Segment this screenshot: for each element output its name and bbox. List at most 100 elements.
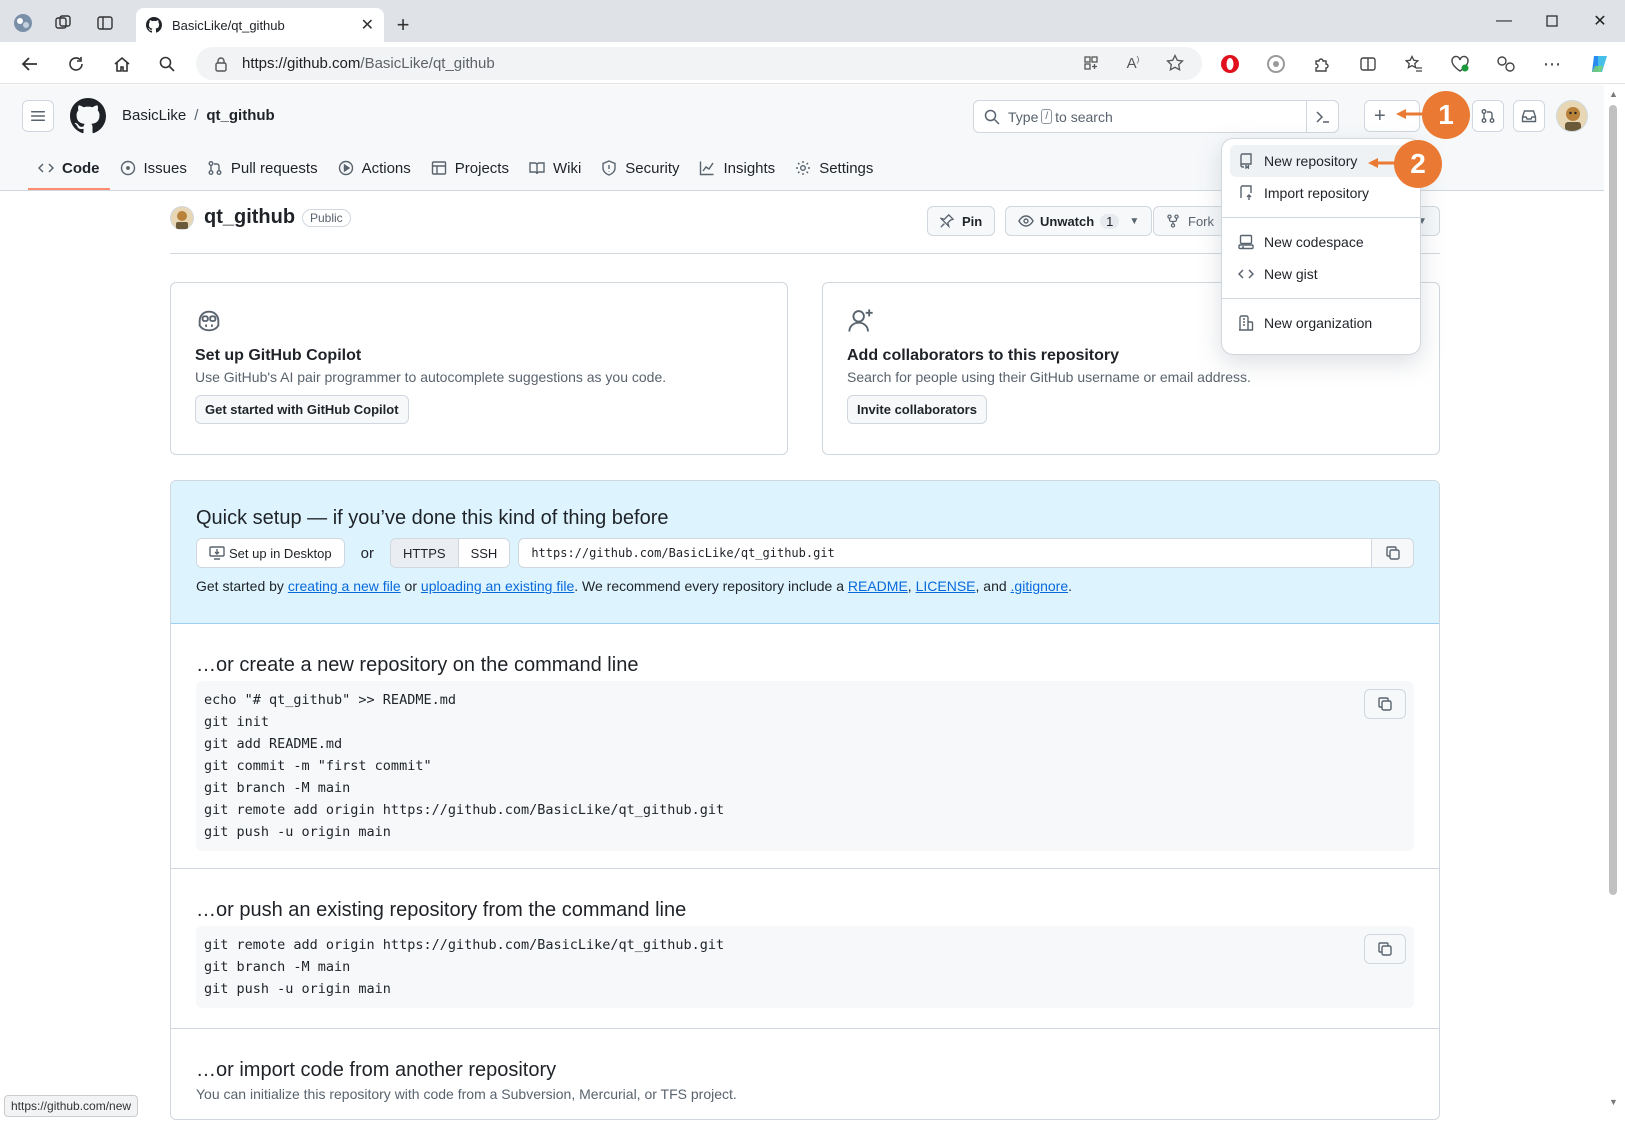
- import-repository-item[interactable]: Import repository: [1230, 177, 1412, 209]
- avatar[interactable]: [1556, 100, 1588, 132]
- copy-code-button[interactable]: [1364, 934, 1406, 964]
- new-organization-item[interactable]: New organization: [1230, 307, 1412, 339]
- copy-icon: [1385, 546, 1400, 560]
- text-segment: , and: [975, 578, 1011, 594]
- import-repo-section: …or import code from another repository …: [171, 1029, 1439, 1119]
- section-title: …or push an existing repository from the…: [196, 899, 687, 921]
- home-icon[interactable]: [108, 50, 136, 78]
- breadcrumb-owner[interactable]: BasicLike: [122, 107, 186, 124]
- search-icon[interactable]: [153, 50, 181, 78]
- tab-code[interactable]: Code: [28, 151, 110, 190]
- more-menu-icon[interactable]: ⋯: [1538, 50, 1566, 78]
- visibility-badge: Public: [302, 209, 351, 227]
- browser-essentials-icon[interactable]: [1446, 50, 1474, 78]
- copilot-get-started-button[interactable]: Get started with GitHub Copilot: [195, 395, 409, 424]
- breadcrumb-repo[interactable]: qt_github: [206, 107, 274, 124]
- scroll-down-icon[interactable]: ▼: [1609, 1097, 1618, 1107]
- search-input[interactable]: Type / to search: [973, 100, 1339, 133]
- or-label: or: [360, 544, 374, 562]
- back-icon[interactable]: [16, 50, 44, 78]
- scroll-up-icon[interactable]: ▲: [1609, 89, 1618, 99]
- gitignore-link[interactable]: .gitignore: [1011, 578, 1069, 594]
- tab-wiki[interactable]: Wiki: [519, 151, 591, 185]
- tab-actions[interactable]: Actions: [328, 151, 421, 185]
- eye-icon: [1018, 215, 1034, 227]
- sidebar-apps-icon[interactable]: [1492, 50, 1520, 78]
- copy-code-button[interactable]: [1364, 689, 1406, 719]
- tab-security[interactable]: Security: [591, 151, 689, 185]
- desktop-button-label: Set up in Desktop: [229, 545, 332, 561]
- watch-button[interactable]: Unwatch 1 ▼: [1005, 206, 1153, 236]
- link-status-bar: https://github.com/new: [4, 1095, 139, 1117]
- tab-pull-requests[interactable]: Pull requests: [197, 151, 328, 185]
- copy-icon: [1378, 697, 1392, 711]
- extension-grey-icon[interactable]: [1262, 50, 1290, 78]
- opera-extension-icon[interactable]: [1216, 50, 1244, 78]
- fork-label: Fork: [1188, 213, 1214, 229]
- section-title: …or import code from another repository: [196, 1059, 557, 1081]
- favorites-icon[interactable]: [1400, 50, 1428, 78]
- license-link[interactable]: LICENSE: [916, 578, 976, 594]
- ssh-option[interactable]: SSH: [458, 539, 510, 567]
- dropdown-item-label: New gist: [1264, 266, 1318, 282]
- app-available-icon[interactable]: [1078, 50, 1104, 76]
- github-logo-icon[interactable]: [70, 98, 106, 134]
- minimize-icon[interactable]: —: [1490, 8, 1518, 34]
- table-icon: [431, 161, 446, 175]
- text-segment: ,: [907, 578, 916, 594]
- code-line: git remote add origin https://github.com…: [204, 802, 725, 818]
- pull-request-icon: [208, 161, 222, 175]
- tab-issues[interactable]: Issues: [110, 151, 197, 185]
- read-aloud-icon[interactable]: A): [1120, 50, 1146, 76]
- inbox-icon[interactable]: [1513, 100, 1545, 132]
- github-favicon-icon: [146, 17, 162, 33]
- new-gist-item[interactable]: New gist: [1230, 258, 1412, 290]
- upload-file-link[interactable]: uploading an existing file: [421, 578, 574, 594]
- workspaces-icon[interactable]: [50, 10, 76, 36]
- setup-in-desktop-button[interactable]: Set up in Desktop: [196, 538, 345, 568]
- pull-requests-icon[interactable]: [1472, 100, 1504, 132]
- invite-collaborators-button[interactable]: Invite collaborators: [847, 395, 987, 424]
- copy-url-button[interactable]: [1372, 538, 1414, 568]
- profile-icon[interactable]: [10, 10, 36, 36]
- dropdown-item-label: New organization: [1264, 315, 1373, 331]
- repo-name[interactable]: qt_github: [204, 206, 295, 229]
- clone-row: Set up in Desktop or HTTPS SSH https://g…: [196, 538, 1414, 568]
- tab-label: Issues: [143, 159, 187, 177]
- page-scrollbar[interactable]: ▲ ▼: [1604, 85, 1625, 1121]
- https-option[interactable]: HTTPS: [390, 539, 459, 567]
- copilot-icon: [198, 310, 220, 332]
- split-screen-icon[interactable]: [1354, 50, 1382, 78]
- readme-link[interactable]: README: [848, 578, 908, 594]
- command-palette-icon[interactable]: [1306, 101, 1338, 132]
- search-shortcut-key: /: [1041, 109, 1053, 124]
- copilot-icon[interactable]: [1586, 50, 1614, 78]
- tab-close-icon[interactable]: ✕: [361, 15, 374, 35]
- create-new-file-link[interactable]: creating a new file: [288, 578, 401, 594]
- new-tab-icon[interactable]: +: [390, 12, 416, 38]
- new-codespace-item[interactable]: New codespace: [1230, 226, 1412, 258]
- pin-button[interactable]: Pin: [927, 206, 996, 236]
- codespaces-icon: [1238, 234, 1254, 250]
- tab-settings[interactable]: Settings: [785, 151, 883, 185]
- callout-badge-2: 2: [1394, 140, 1442, 188]
- hamburger-menu-icon[interactable]: [22, 100, 54, 132]
- tab-label: Security: [625, 159, 680, 177]
- repo-navigation: Code Issues Pull requests Actions Projec…: [28, 151, 883, 191]
- clone-url-field[interactable]: https://github.com/BasicLike/qt_github.g…: [518, 538, 1372, 568]
- favorite-star-icon[interactable]: [1162, 50, 1188, 76]
- tab-insights[interactable]: Insights: [689, 151, 785, 185]
- issue-icon: [120, 160, 135, 176]
- close-window-icon[interactable]: ✕: [1586, 8, 1614, 34]
- tab-projects[interactable]: Projects: [421, 151, 519, 185]
- dropdown-divider: [1222, 298, 1420, 299]
- extensions-puzzle-icon[interactable]: [1308, 50, 1336, 78]
- maximize-icon[interactable]: [1538, 8, 1566, 34]
- browser-tab-active[interactable]: BasicLike/qt_github ✕: [136, 8, 384, 42]
- scroll-thumb[interactable]: [1609, 105, 1617, 895]
- vertical-tabs-icon[interactable]: [92, 10, 118, 36]
- address-bar[interactable]: https://github.com/BasicLike/qt_github: [196, 47, 1202, 80]
- quick-setup-title: Quick setup — if you’ve done this kind o…: [196, 507, 669, 529]
- url-path: /BasicLike/qt_github: [360, 55, 495, 72]
- refresh-icon[interactable]: [62, 50, 90, 78]
